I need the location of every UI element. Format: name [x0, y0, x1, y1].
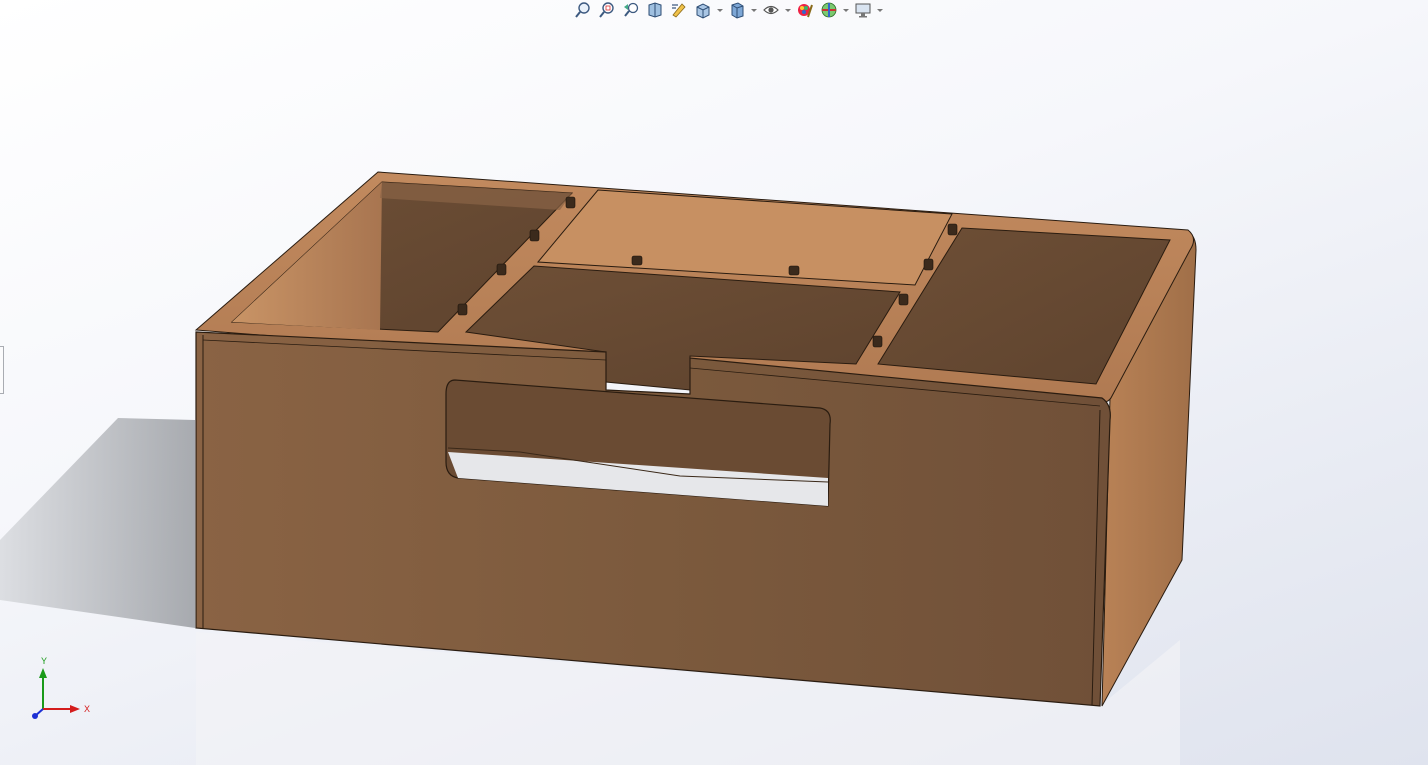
- view-orientation-button[interactable]: [692, 1, 713, 19]
- dynamic-annotation-views-button[interactable]: [668, 1, 689, 19]
- section-view-icon: [648, 2, 661, 18]
- reference-triad: Y X: [24, 652, 104, 727]
- heads-up-view-toolbar: [572, 0, 883, 20]
- view-settings-button[interactable]: [852, 1, 873, 19]
- display-style-icon: [731, 2, 743, 19]
- hide-show-items-button[interactable]: [760, 1, 781, 19]
- wooden-box-model[interactable]: [0, 0, 1428, 765]
- section-view-button[interactable]: [644, 1, 665, 19]
- hinge: [872, 335, 883, 348]
- z-axis-arrow-icon: [32, 713, 38, 719]
- zoom-to-area-button[interactable]: [596, 1, 617, 19]
- dynamic-annotation-views-icon: [671, 3, 686, 18]
- zoom-to-fit-button[interactable]: [572, 1, 593, 19]
- hinge: [923, 258, 934, 271]
- view-settings-dropdown[interactable]: [876, 1, 883, 19]
- hinge: [788, 265, 800, 276]
- hinge: [565, 196, 576, 209]
- display-style-dropdown[interactable]: [750, 1, 757, 19]
- y-axis-label: Y: [41, 656, 47, 666]
- edit-appearance-button[interactable]: [794, 1, 815, 19]
- apply-scene-button[interactable]: [818, 1, 839, 19]
- hinge: [457, 303, 468, 316]
- feature-manager-collapse-tab[interactable]: [0, 346, 4, 394]
- hinge: [898, 293, 909, 306]
- hinge: [947, 223, 958, 236]
- view-orientation-dropdown[interactable]: [716, 1, 723, 19]
- edit-appearance-icon: [797, 4, 813, 18]
- view-settings-icon: [855, 3, 870, 18]
- previous-view-icon: [623, 2, 638, 17]
- hinge: [529, 229, 540, 242]
- hinge: [496, 263, 507, 276]
- apply-scene-dropdown[interactable]: [842, 1, 849, 19]
- x-axis-arrow-icon: [70, 705, 80, 713]
- ground-shadow: [0, 418, 195, 628]
- zoom-to-fit-icon: [574, 2, 590, 18]
- x-axis-label: X: [84, 704, 90, 714]
- y-axis-arrow-icon: [39, 668, 47, 678]
- zoom-to-area-icon: [598, 2, 614, 18]
- hide-show-items-dropdown[interactable]: [784, 1, 791, 19]
- view-orientation-icon: [696, 3, 709, 19]
- apply-scene-icon: [821, 2, 836, 18]
- left-compartment-wall: [232, 182, 382, 330]
- hinge: [631, 255, 643, 266]
- graphics-area[interactable]: Y X: [0, 0, 1428, 765]
- previous-view-button[interactable]: [620, 1, 641, 19]
- display-style-button[interactable]: [726, 1, 747, 19]
- hide-show-items-icon: [762, 5, 779, 15]
